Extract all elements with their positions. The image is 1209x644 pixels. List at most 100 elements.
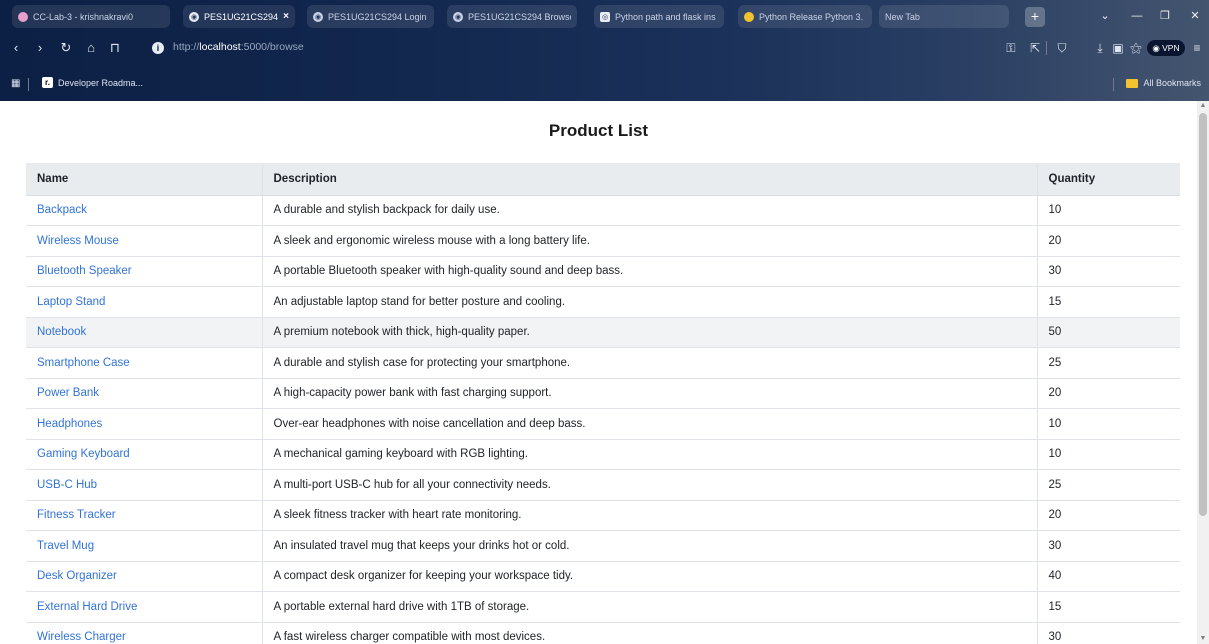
product-link[interactable]: Gaming Keyboard: [37, 448, 130, 460]
tab-browse[interactable]: ◉ PES1UG21CS294 Browse: [447, 5, 577, 28]
product-quantity-cell: 30: [1036, 530, 1180, 562]
table-row: Bluetooth Speaker A portable Bluetooth sp…: [26, 256, 1180, 287]
product-link[interactable]: Wireless Charger: [37, 631, 126, 643]
product-description-cell: A mechanical gaming keyboard with RGB li…: [261, 439, 1037, 470]
product-link[interactable]: USB-C Hub: [37, 479, 97, 491]
tab-search-icon[interactable]: ⌄: [1093, 6, 1117, 26]
all-bookmarks-label: All Bookmarks: [1143, 78, 1201, 88]
tab-login[interactable]: ◉ PES1UG21CS294 Login: [307, 5, 434, 28]
tab-label: Python path and flask ins: [615, 11, 716, 22]
product-link[interactable]: Backpack: [37, 204, 87, 216]
tab-cc-lab[interactable]: CC-Lab-3 - krishnakravi0: [12, 5, 170, 28]
tab-new-tab[interactable]: New Tab: [879, 5, 1009, 28]
vpn-button[interactable]: ◉ VPN: [1147, 40, 1185, 56]
product-description-cell: A high-capacity power bank with fast cha…: [261, 378, 1037, 409]
product-link[interactable]: Travel Mug: [37, 540, 94, 552]
product-name-cell: Power Bank: [26, 378, 262, 409]
sidebar-icon[interactable]: ▣: [1109, 39, 1127, 57]
scrollbar-thumb[interactable]: [1199, 113, 1207, 516]
reload-icon[interactable]: ↻: [57, 37, 75, 59]
key-icon[interactable]: ⚿: [1002, 39, 1020, 57]
product-description-cell: A portable Bluetooth speaker with high-q…: [261, 256, 1037, 287]
home-icon[interactable]: ⌂: [82, 37, 100, 59]
product-quantity-cell: 20: [1036, 500, 1180, 531]
bookmark-label: Developer Roadma...: [58, 77, 144, 88]
url-host: localhost: [199, 41, 241, 53]
minimize-icon[interactable]: —: [1125, 6, 1149, 26]
product-description-cell: A durable and stylish case for protectin…: [261, 347, 1037, 379]
product-quantity-cell: 15: [1036, 286, 1180, 318]
product-name-cell: Notebook: [26, 317, 262, 348]
product-name-cell: Bluetooth Speaker: [26, 256, 262, 287]
product-description-cell: An adjustable laptop stand for better po…: [261, 286, 1037, 318]
bookmark-icon[interactable]: ⊓: [106, 37, 124, 59]
product-quantity-cell: 25: [1036, 469, 1180, 501]
menu-icon[interactable]: ≡: [1188, 39, 1206, 57]
product-name-cell: Gaming Keyboard: [26, 439, 262, 470]
table-row: Backpack A durable and stylish backpack f…: [26, 195, 1180, 226]
product-link[interactable]: Laptop Stand: [37, 296, 105, 308]
maximize-icon[interactable]: ❐: [1153, 6, 1177, 26]
table-row: Smartphone Case A durable and stylish cas…: [26, 347, 1180, 379]
tab-label: CC-Lab-3 - krishnakravi0: [33, 11, 134, 22]
forward-icon[interactable]: ›: [31, 37, 49, 59]
column-header-description: Description: [261, 163, 1037, 196]
product-description-cell: A fast wireless charger compatible with …: [261, 622, 1037, 644]
table-row: Laptop Stand An adjustable laptop stand f…: [26, 286, 1180, 318]
table-row: Fitness Tracker A sleek fitness tracker w…: [26, 500, 1180, 531]
product-link[interactable]: Headphones: [37, 418, 102, 430]
product-name-cell: Backpack: [26, 195, 262, 226]
tab-favicon-icon: [18, 11, 28, 22]
product-link[interactable]: Fitness Tracker: [37, 509, 116, 521]
scroll-up-icon[interactable]: ▲: [1197, 101, 1209, 111]
page-viewport: Product List Name Description Quantity B…: [0, 101, 1197, 644]
apps-icon[interactable]: ▦: [11, 78, 20, 89]
scroll-down-icon[interactable]: ▼: [1197, 634, 1209, 644]
product-name-cell: Smartphone Case: [26, 347, 262, 379]
tab-favicon-icon: ◉: [313, 11, 323, 22]
product-name-cell: Travel Mug: [26, 530, 262, 562]
tab-python-release[interactable]: Python Release Python 3.: [738, 5, 872, 28]
roadmap-favicon-icon: r.: [42, 77, 53, 88]
product-name-cell: Wireless Mouse: [26, 225, 262, 257]
table-row: Power Bank A high-capacity power bank wit…: [26, 378, 1180, 409]
close-window-icon[interactable]: ✕: [1183, 6, 1207, 26]
tab-bar: CC-Lab-3 - krishnakravi0 ◉ PES1UG21CS294…: [0, 0, 1209, 30]
new-tab-button[interactable]: +: [1025, 7, 1045, 27]
product-link[interactable]: Notebook: [37, 326, 86, 338]
product-name-cell: Laptop Stand: [26, 286, 262, 318]
product-description-cell: Over-ear headphones with noise cancellat…: [261, 408, 1037, 440]
tab-favicon-icon: ◉: [189, 11, 199, 22]
product-link[interactable]: Desk Organizer: [37, 570, 117, 582]
rewards-icon[interactable]: ⚝: [1127, 39, 1145, 57]
address-bar[interactable]: http://localhost:5000/browse: [173, 41, 304, 53]
product-name-cell: External Hard Drive: [26, 591, 262, 623]
back-icon[interactable]: ‹: [7, 37, 25, 59]
product-quantity-cell: 50: [1036, 317, 1180, 348]
page-scrollbar[interactable]: ▲ ▼: [1197, 101, 1209, 644]
product-link[interactable]: Smartphone Case: [37, 357, 130, 369]
close-tab-icon[interactable]: ×: [283, 11, 289, 22]
bookmark-developer-roadmap[interactable]: r. Developer Roadma...: [42, 77, 143, 88]
product-name-cell: Wireless Charger: [26, 622, 262, 644]
all-bookmarks-button[interactable]: All Bookmarks: [1126, 78, 1201, 88]
brave-shield-icon[interactable]: ⛉: [1053, 39, 1071, 57]
bookmarks-divider: [1113, 78, 1114, 91]
tab-browse-active[interactable]: ◉ PES1UG21CS294 Bro ×: [183, 5, 295, 28]
product-link[interactable]: Power Bank: [37, 387, 99, 399]
product-quantity-cell: 10: [1036, 439, 1180, 470]
navigation-toolbar: ‹ › ↻ ⌂ ⊓ i http://localhost:5000/browse…: [0, 37, 1209, 61]
product-link[interactable]: Bluetooth Speaker: [37, 265, 132, 277]
browser-chrome: CC-Lab-3 - krishnakravi0 ◉ PES1UG21CS294…: [0, 0, 1209, 101]
product-rows: Backpack A durable and stylish backpack f…: [26, 195, 1180, 644]
table-row: Wireless Charger A fast wireless charger …: [26, 622, 1180, 644]
table-row: Notebook A premium notebook with thick, h…: [26, 317, 1180, 348]
share-icon[interactable]: ⇱: [1026, 39, 1044, 57]
product-description-cell: A compact desk organizer for keeping you…: [261, 561, 1037, 592]
product-link[interactable]: External Hard Drive: [37, 601, 137, 613]
product-link[interactable]: Wireless Mouse: [37, 235, 119, 247]
site-info-icon[interactable]: i: [152, 42, 164, 54]
bookmarks-bar: ▦ r. Developer Roadma... All Bookmarks: [0, 75, 1209, 95]
download-icon[interactable]: ⤓: [1091, 39, 1109, 57]
tab-python-path[interactable]: ◎ Python path and flask ins: [594, 5, 724, 28]
